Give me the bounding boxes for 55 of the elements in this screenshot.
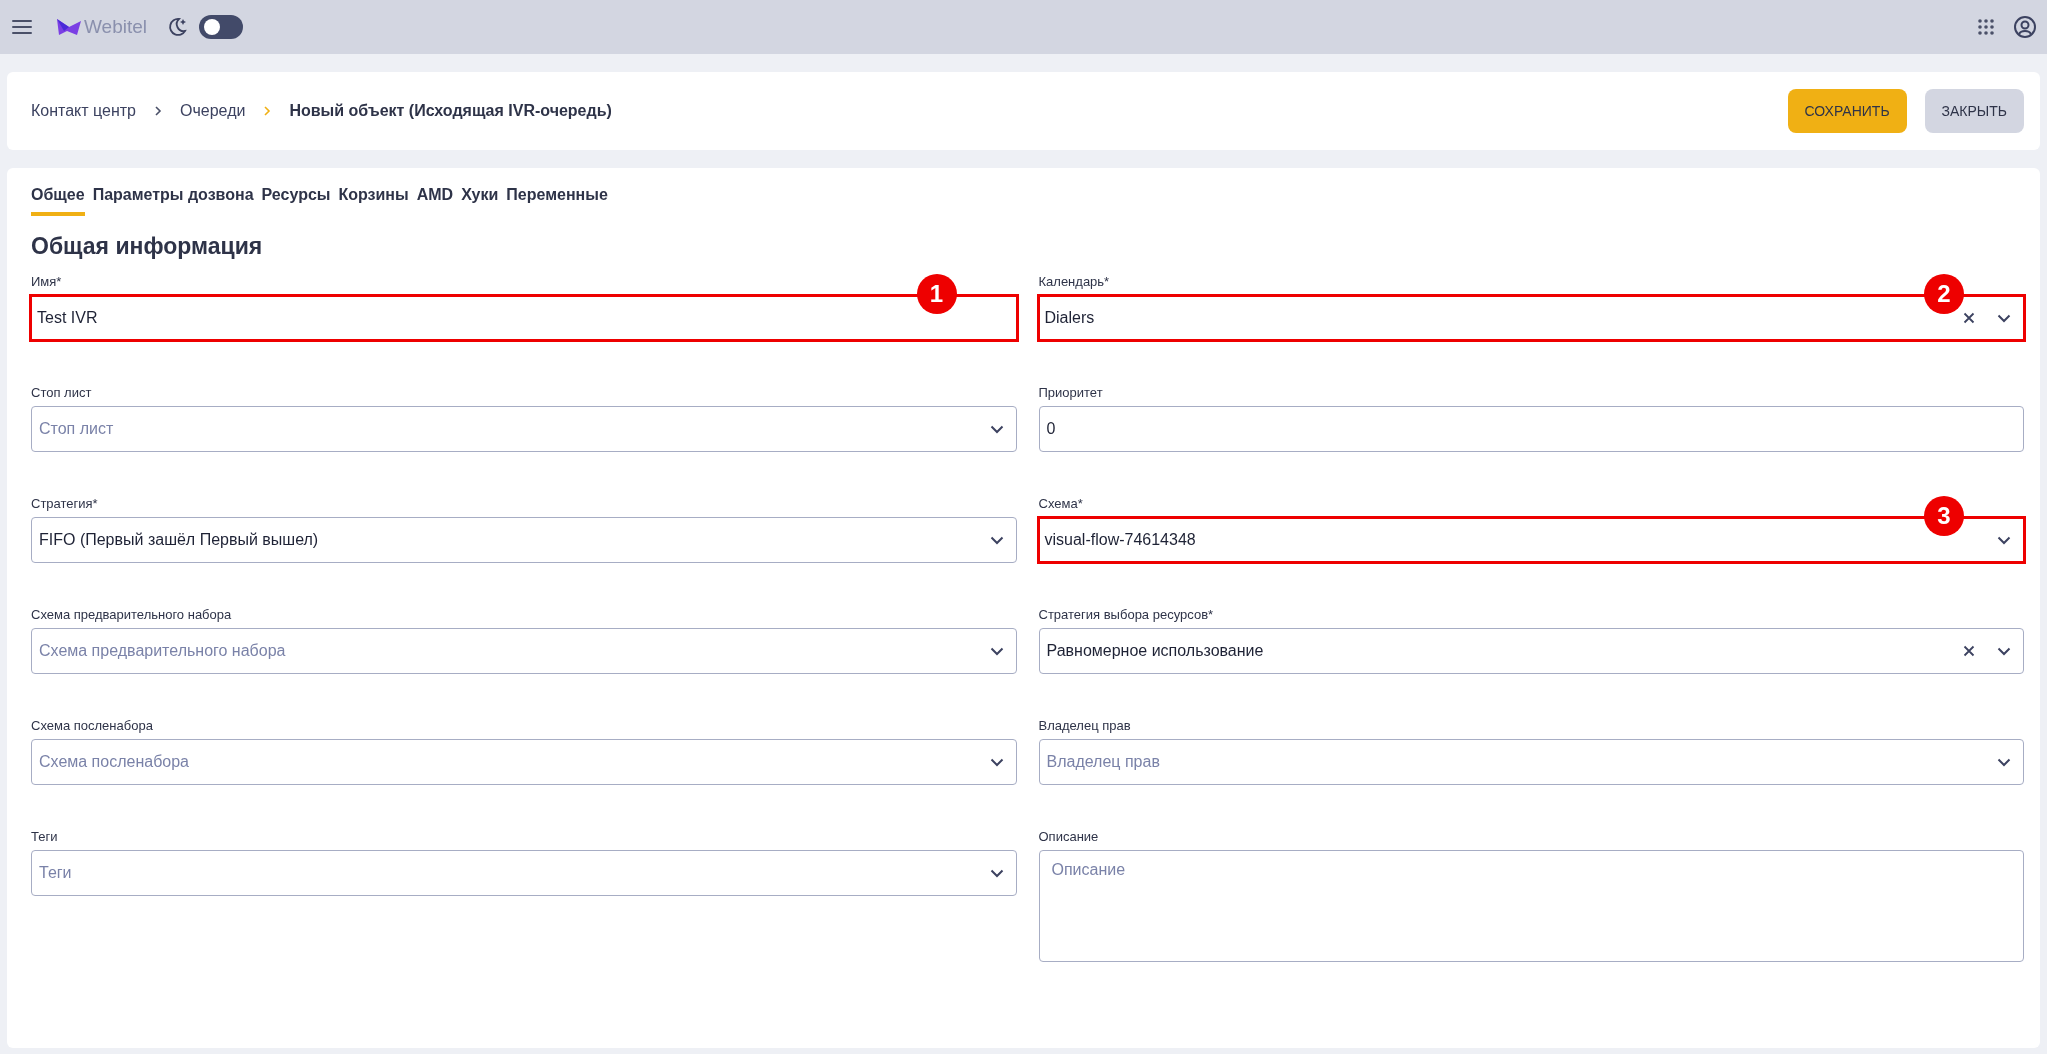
tab[interactable]: Переменные	[506, 186, 608, 216]
chevron-down-icon[interactable]	[1997, 313, 2011, 323]
field-label: Имя*	[31, 274, 63, 289]
logo-icon	[56, 17, 82, 37]
number-marker: 2	[1924, 274, 1964, 314]
chevron-down-icon[interactable]	[989, 535, 1004, 545]
field-label: Схема предварительного набора	[31, 607, 233, 622]
tab[interactable]: Параметры дозвона	[92, 186, 254, 216]
close-button[interactable]: ЗАКРЫТЬ	[1924, 89, 2024, 133]
tab[interactable]: Общее	[31, 186, 85, 216]
field-label: Описание	[1038, 829, 1100, 844]
logo-text: Webitel	[84, 16, 147, 38]
select-field[interactable]: Владелец прав	[1038, 739, 2024, 785]
field-label: Схема*	[1038, 496, 1084, 511]
chevron-down-icon[interactable]	[1997, 646, 2011, 656]
tab[interactable]: AMD	[416, 186, 454, 216]
chevron-right-icon	[154, 105, 162, 117]
select-field[interactable]: Схема посленабора	[31, 739, 1017, 785]
chevron-down-icon[interactable]	[989, 757, 1004, 767]
description-field[interactable]: Описание	[1038, 850, 2024, 962]
tab[interactable]: Ресурсы	[261, 186, 331, 216]
clear-icon[interactable]	[1963, 312, 1975, 324]
apps-grid-icon[interactable]	[1977, 18, 1995, 36]
number-marker: 3	[1924, 496, 1964, 536]
chevron-down-icon[interactable]	[989, 424, 1004, 434]
select-field[interactable]: FIFO (Первый зашёл Первый вышел)	[31, 517, 1017, 563]
chevron-right-icon	[263, 105, 272, 117]
field-label: Стратегия*	[31, 496, 99, 511]
input-field[interactable]: 0	[1038, 406, 2024, 452]
user-avatar-icon[interactable]	[2013, 15, 2037, 39]
chevron-down-icon[interactable]	[1997, 535, 2011, 545]
field-label: Теги	[31, 829, 59, 844]
field-label: Стратегия выбора ресурсов*	[1038, 607, 1215, 622]
chevron-down-icon[interactable]	[989, 646, 1004, 656]
breadcrumb-item: Новый объект (Исходящая IVR-очередь)	[289, 102, 612, 120]
save-button[interactable]: СОХРАНИТЬ	[1787, 89, 1907, 133]
breadcrumb-item[interactable]: Контакт центр	[31, 102, 136, 120]
field-label: Приоритет	[1038, 385, 1104, 400]
tab[interactable]: Корзины	[338, 186, 409, 216]
chevron-down-icon[interactable]	[989, 868, 1004, 878]
field-label: Стоп лист	[31, 385, 93, 400]
clear-icon[interactable]	[1963, 645, 1975, 657]
select-field[interactable]: Схема предварительного набора	[31, 628, 1017, 674]
select-field[interactable]: Стоп лист	[31, 406, 1017, 452]
theme-toggle[interactable]	[199, 15, 243, 39]
field-label: Схема посленабора	[31, 718, 154, 733]
chevron-down-icon[interactable]	[1997, 757, 2011, 767]
field-label: Владелец прав	[1038, 718, 1132, 733]
number-marker: 1	[916, 274, 957, 314]
select-field[interactable]: Равномерное использование	[1038, 628, 2024, 674]
section-title: Общая информация	[31, 233, 264, 260]
breadcrumb-item[interactable]: Очереди	[180, 102, 246, 120]
tab[interactable]: Хуки	[461, 186, 499, 216]
field-label: Календарь*	[1038, 274, 1111, 289]
select-field[interactable]: Теги	[31, 850, 1017, 896]
